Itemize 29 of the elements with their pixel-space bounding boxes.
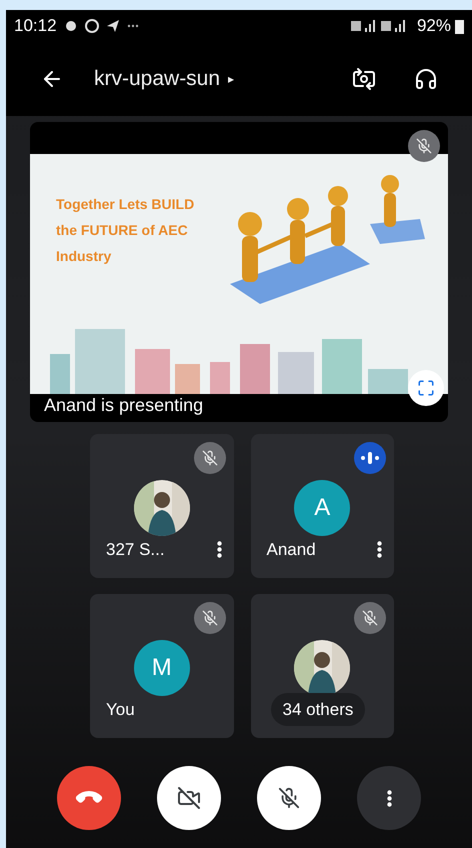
switch-camera-icon[interactable] xyxy=(352,67,376,91)
participant-name: Anand xyxy=(266,538,316,560)
more-icon[interactable] xyxy=(377,540,382,558)
participant-tile[interactable]: 327 S... xyxy=(90,434,234,578)
battery-icon xyxy=(455,18,464,34)
send-icon xyxy=(106,20,119,32)
avatar: A xyxy=(294,480,350,536)
more-icon xyxy=(386,790,392,806)
camera-off-icon xyxy=(177,786,201,810)
participant-tile[interactable]: M You xyxy=(90,594,234,738)
participant-name: 327 S... xyxy=(106,538,165,560)
status-time: 10:12 xyxy=(14,15,57,38)
presenter-caption: Anand is presenting xyxy=(44,394,204,416)
participant-name: You xyxy=(106,698,135,720)
headphones-icon[interactable] xyxy=(414,67,438,91)
fullscreen-icon xyxy=(417,379,435,397)
slide-text: Industry xyxy=(56,247,112,266)
slide-text: Together Lets BUILD xyxy=(56,195,194,214)
mic-off-icon xyxy=(278,787,300,809)
more-icon[interactable] xyxy=(216,540,222,558)
fullscreen-button[interactable] xyxy=(408,370,444,406)
battery-percent: 92% xyxy=(416,15,451,38)
slide-text: the FUTURE of AEC xyxy=(56,221,189,240)
meeting-title[interactable]: krv-upaw-sun ▸ xyxy=(94,63,234,95)
avatar: M xyxy=(134,640,190,696)
others-chip[interactable]: 34 others xyxy=(270,692,366,726)
participant-tile[interactable]: A Anand xyxy=(250,434,394,578)
participant-tile[interactable]: 34 others xyxy=(250,594,394,738)
more-dots-icon xyxy=(126,24,139,28)
